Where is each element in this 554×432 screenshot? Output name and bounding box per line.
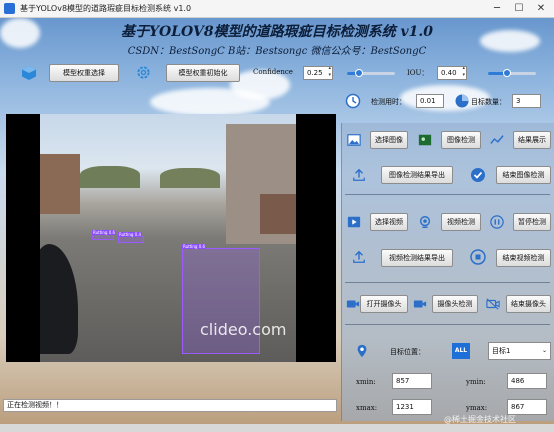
end-video-detect-button[interactable]: 结束视频检测 bbox=[496, 249, 551, 267]
page-title: 基于YOLOV8模型的道路瑕疵目标检测系统 v1.0 bbox=[121, 24, 433, 40]
target-count-label: 目标数量： bbox=[471, 98, 506, 106]
camera-off-icon bbox=[486, 298, 500, 310]
divider bbox=[345, 324, 550, 325]
page-subtitle: CSDN：BestSongC B站：Bestsongc 微信公众号：BestSo… bbox=[127, 46, 427, 57]
open-camera-button[interactable]: 打开摄像头 bbox=[360, 295, 408, 313]
upload-icon bbox=[353, 168, 365, 181]
pause-detect-button[interactable]: 暂停检测 bbox=[513, 213, 551, 231]
detection-label: Rutting 0.6 bbox=[92, 230, 117, 235]
window-title: 基于YOLOv8模型的道路瑕疵目标检测系统 v1.0 bbox=[20, 4, 192, 13]
gear-icon bbox=[137, 66, 150, 79]
divider bbox=[345, 194, 550, 195]
confidence-spinbox[interactable]: 0.25 bbox=[303, 65, 333, 80]
close-icon[interactable]: ✕ bbox=[530, 1, 552, 17]
detection-label: Rutting 0.4 bbox=[118, 232, 143, 237]
all-badge: ALL bbox=[452, 343, 470, 359]
select-video-button[interactable]: 选择视频 bbox=[370, 213, 408, 231]
video-frame-image: Rutting 0.6 Rutting 0.4 Rutting 0.6 clid… bbox=[40, 114, 296, 362]
video-file-icon bbox=[347, 216, 361, 228]
building-left bbox=[40, 154, 80, 214]
upload-icon bbox=[353, 250, 365, 263]
model-weight-init-button[interactable]: 模型权重初始化 bbox=[166, 64, 240, 82]
footer-watermark: @稀土掘金技术社区 bbox=[444, 415, 516, 424]
check-circle-icon bbox=[471, 168, 485, 182]
app-icon bbox=[4, 3, 15, 14]
video-watermark: clideo.com bbox=[200, 320, 287, 339]
image-detect-icon bbox=[418, 134, 432, 146]
window-bottom-edge bbox=[0, 424, 554, 432]
camera-detect-button[interactable]: 摄像头检测 bbox=[432, 295, 478, 313]
car-left bbox=[40, 244, 78, 354]
divider bbox=[345, 282, 550, 283]
pause-icon bbox=[490, 215, 504, 229]
ymin-value: 486 bbox=[507, 373, 547, 389]
image-icon bbox=[347, 134, 361, 146]
cube-icon bbox=[22, 66, 36, 80]
xmin-label: xmin: bbox=[356, 378, 376, 386]
trees-right bbox=[160, 168, 220, 188]
end-image-detect-button[interactable]: 结束图像检测 bbox=[496, 166, 551, 184]
target-select-value: 目标1 bbox=[492, 347, 511, 355]
confidence-slider-handle[interactable] bbox=[355, 69, 363, 77]
detect-time-label: 检测用时： bbox=[371, 98, 406, 106]
camera-detect-icon bbox=[413, 300, 427, 308]
camera-icon bbox=[346, 300, 360, 308]
chevron-down-icon: ⌄ bbox=[541, 347, 547, 354]
chart-line-icon bbox=[490, 135, 504, 144]
status-bar: 正在检测视频！！ bbox=[3, 399, 337, 412]
pie-chart-icon bbox=[455, 94, 469, 108]
title-bar: 基于YOLOv8模型的道路瑕疵目标检测系统 v1.0 ─ ☐ ✕ bbox=[0, 0, 554, 18]
location-pin-icon bbox=[357, 344, 367, 358]
xmax-label: xmax: bbox=[356, 404, 378, 412]
export-video-result-button[interactable]: 视频检测结果导出 bbox=[381, 249, 453, 267]
model-weight-select-button[interactable]: 模型权重选择 bbox=[49, 64, 119, 82]
clock-icon bbox=[345, 93, 361, 109]
confidence-slider[interactable] bbox=[347, 69, 395, 77]
maximize-icon[interactable]: ☐ bbox=[508, 1, 530, 17]
stop-circle-icon bbox=[470, 249, 486, 265]
detection-label: Rutting 0.6 bbox=[182, 244, 207, 249]
export-image-result-button[interactable]: 图像检测结果导出 bbox=[381, 166, 453, 184]
iou-slider-handle[interactable] bbox=[503, 69, 511, 77]
minimize-icon[interactable]: ─ bbox=[486, 1, 508, 17]
select-image-button[interactable]: 选择图像 bbox=[370, 131, 408, 149]
confidence-label: Confidence bbox=[253, 68, 293, 76]
xmax-value: 1231 bbox=[392, 399, 432, 415]
iou-label: IOU： bbox=[407, 69, 429, 77]
target-position-label: 目标位置： bbox=[390, 348, 425, 356]
ymin-label: ymin: bbox=[466, 378, 486, 386]
video-detect-icon bbox=[419, 216, 431, 228]
detect-time-value: 0.01 bbox=[416, 94, 444, 108]
trees-left bbox=[80, 166, 140, 188]
target-count-value: 3 bbox=[512, 94, 541, 108]
show-result-button[interactable]: 结果展示 bbox=[513, 131, 551, 149]
fence-right bbox=[260, 194, 296, 234]
end-camera-button[interactable]: 结束摄像头 bbox=[506, 295, 551, 313]
video-detect-button[interactable]: 视频检测 bbox=[441, 213, 481, 231]
xmin-value: 857 bbox=[392, 373, 432, 389]
iou-slider[interactable] bbox=[488, 69, 536, 77]
image-detect-button[interactable]: 图像检测 bbox=[441, 131, 481, 149]
iou-spinbox[interactable]: 0.40 bbox=[437, 65, 467, 80]
ymax-value: 867 bbox=[507, 399, 547, 415]
detection-box bbox=[118, 236, 144, 243]
ymax-label: ymax: bbox=[466, 404, 488, 412]
target-select[interactable]: 目标1 ⌄ bbox=[488, 342, 551, 360]
